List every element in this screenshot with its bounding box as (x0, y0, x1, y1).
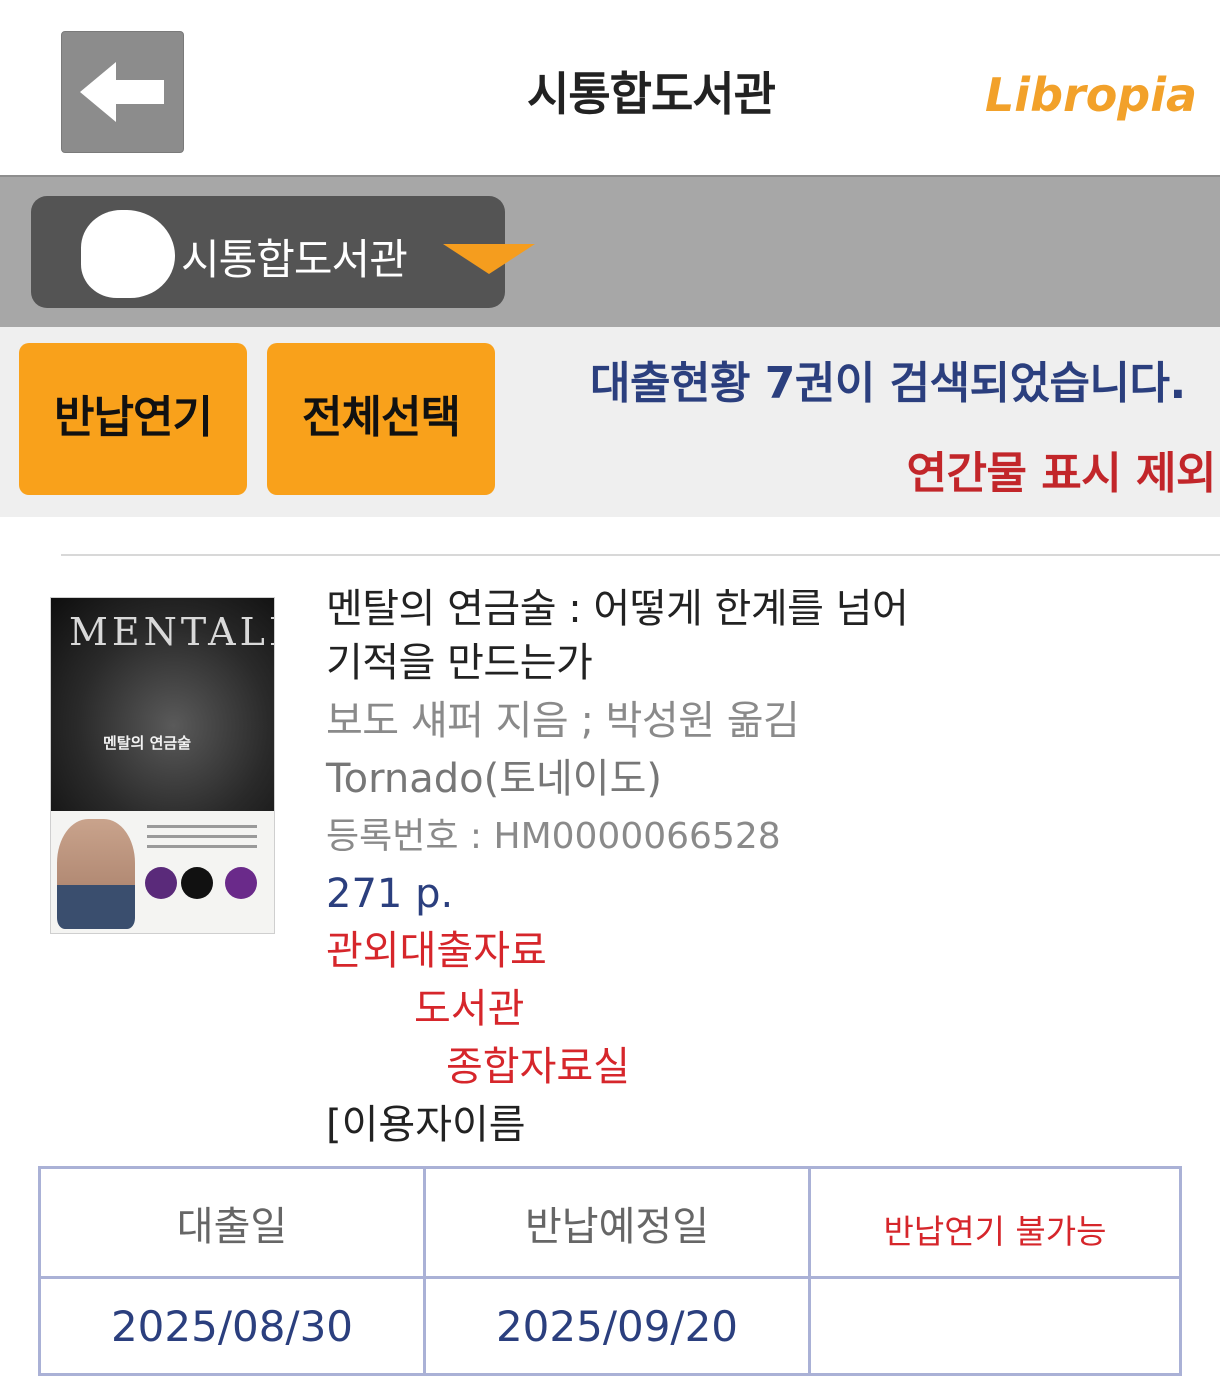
cover-bottom (51, 811, 274, 933)
library-select-label: 시통합도서관 (181, 235, 408, 284)
book-title[interactable]: 멘탈의 연금술 : 어떻게 한계를 넘어 기적을 만드는가 (326, 582, 1186, 690)
loan-date-value: 2025/08/30 (38, 1276, 426, 1376)
extend-status: 반납연기 불가능 (808, 1166, 1182, 1279)
due-date-value: 2025/09/20 (423, 1276, 811, 1376)
redacted-region (81, 210, 175, 298)
cover-top: MENTALE 멘탈의 연금술 (51, 598, 274, 811)
extend-loan-button[interactable]: 반납연기 (19, 343, 247, 495)
exclude-serials-link[interactable]: 연간물 표시 제외 (907, 437, 1217, 501)
due-date-header: 반납예정일 (423, 1166, 811, 1279)
library-select[interactable]: 시통합도서관 (31, 196, 535, 308)
libropia-logo: Libropia (985, 68, 1198, 122)
cover-badge (225, 867, 257, 899)
cover-text-line (147, 825, 257, 828)
app-header: 시통합도서관 Libropia (0, 0, 1220, 175)
room-name: 종합자료실 (326, 1038, 1186, 1096)
author-portrait (57, 819, 135, 929)
book-cover[interactable]: MENTALE 멘탈의 연금술 (50, 597, 275, 934)
cover-subtitle: 멘탈의 연금술 (103, 734, 192, 752)
cover-text-line (147, 835, 257, 838)
room-name-text: 종합자료실 (446, 1044, 630, 1090)
book-author: 보도 섀퍼 지음 ; 박성원 옮김 (326, 698, 800, 744)
library-name: 도서관 (326, 980, 1186, 1038)
page-title: 시통합도서관 (435, 58, 815, 128)
page-count: 271 p. (326, 871, 454, 917)
book-title-line: 멘탈의 연금술 : 어떻게 한계를 넘어 (326, 586, 909, 632)
cover-badge (181, 867, 213, 899)
select-all-button[interactable]: 전체선택 (267, 343, 495, 495)
loan-table: 대출일 반납예정일 반납연기 불가능 2025/08/30 2025/09/20 (38, 1166, 1182, 1376)
redacted-region (326, 993, 414, 1029)
cover-text-line (147, 845, 257, 848)
redacted-region (435, 78, 527, 118)
table-header-row: 대출일 반납예정일 반납연기 불가능 (38, 1166, 1182, 1279)
redacted-region (326, 1051, 446, 1087)
divider (61, 554, 1220, 556)
back-button[interactable] (61, 31, 184, 153)
loan-date-header: 대출일 (38, 1166, 426, 1279)
user-name: [이용자이름 (326, 1102, 526, 1148)
triangle-down-icon (443, 244, 535, 274)
book-title-line: 기적을 만드는가 (326, 640, 593, 686)
cover-badge (145, 867, 177, 899)
result-count-text: 대출현황 7권이 검색되었습니다. (590, 358, 1186, 409)
page-title-text: 시통합도서관 (527, 67, 776, 121)
library-name-text: 도서관 (414, 986, 525, 1032)
table-row: 2025/08/30 2025/09/20 (38, 1276, 1182, 1376)
registration-number: 등록번호 : HM0000066528 (326, 816, 781, 857)
loan-type: 관외대출자료 (326, 928, 547, 974)
empty-cell (808, 1276, 1182, 1376)
book-info: 멘탈의 연금술 : 어떻게 한계를 넘어 기적을 만드는가 보도 섀퍼 지음 ;… (326, 582, 1186, 1154)
book-publisher: Tornado(토네이도) (326, 756, 662, 802)
arrow-left-icon (80, 62, 164, 122)
library-bar: 시통합도서관 (0, 175, 1220, 329)
cover-title: MENTALE (69, 610, 274, 654)
action-strip: 반납연기 전체선택 대출현황 7권이 검색되었습니다. 연간물 표시 제외 (0, 327, 1220, 517)
